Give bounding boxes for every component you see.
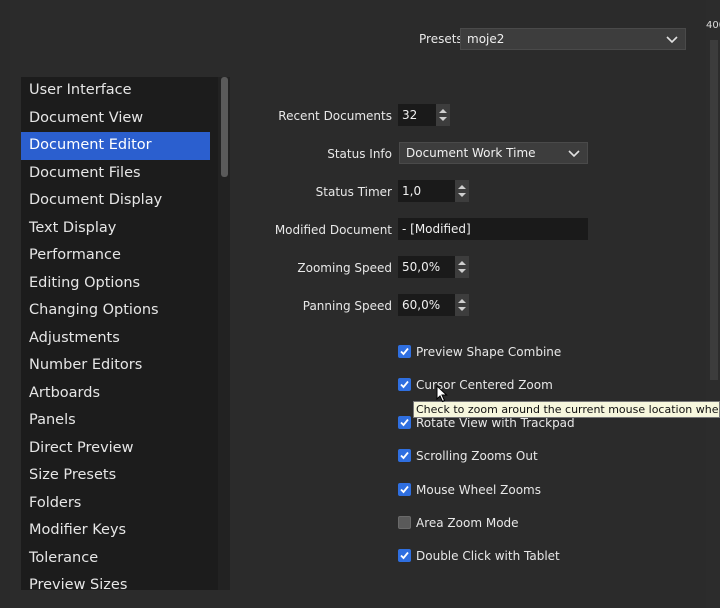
sidebar-item-text-display[interactable]: Text Display	[21, 215, 210, 243]
presets-value: moje2	[467, 32, 505, 46]
cursor-centered-zoom-checkbox[interactable]	[398, 378, 411, 391]
preview-shape-combine-label: Preview Shape Combine	[416, 345, 562, 359]
recent-documents-input[interactable]: 32	[398, 104, 436, 126]
checkmark-icon	[400, 551, 409, 560]
stepper-down-icon[interactable]	[458, 269, 466, 273]
checkmark-icon	[400, 485, 409, 494]
chevron-down-icon	[666, 36, 678, 44]
checkmark-icon	[400, 451, 409, 460]
checkmark-icon	[400, 418, 409, 427]
sidebar-item-tolerance[interactable]: Tolerance	[21, 545, 210, 573]
sidebar-item-performance[interactable]: Performance	[21, 242, 210, 270]
stepper-up-icon[interactable]	[458, 261, 466, 265]
double-click-with-tablet-checkbox[interactable]	[398, 549, 411, 562]
recent-documents-label: Recent Documents	[278, 109, 392, 123]
ruler-tick-label: 400	[706, 20, 720, 31]
modified-document-input[interactable]: - [Modified]	[398, 218, 588, 240]
tooltip: Check to zoom around the current mouse l…	[413, 401, 720, 418]
background-scrollbar	[710, 40, 718, 380]
stepper-up-icon[interactable]	[439, 109, 447, 113]
stepper-up-icon[interactable]	[458, 299, 466, 303]
mouse-wheel-zooms-checkbox[interactable]	[398, 483, 411, 496]
status-info-label: Status Info	[327, 147, 392, 161]
zooming-speed-input[interactable]: 50,0%	[398, 256, 455, 278]
sidebar-item-user-interface[interactable]: User Interface	[21, 77, 210, 105]
checkmark-icon	[400, 347, 409, 356]
area-zoom-mode-label: Area Zoom Mode	[416, 516, 519, 530]
panning-speed-input[interactable]: 60,0%	[398, 294, 455, 316]
zooming-speed-stepper[interactable]	[455, 256, 469, 278]
status-info-dropdown[interactable]: Document Work Time	[399, 142, 588, 164]
preview-shape-combine-checkbox[interactable]	[398, 345, 411, 358]
chevron-down-icon	[568, 150, 580, 158]
rotate-view-with-trackpad-checkbox[interactable]	[398, 416, 411, 429]
sidebar-item-direct-preview[interactable]: Direct Preview	[21, 435, 210, 463]
sidebar-item-adjustments[interactable]: Adjustments	[21, 325, 210, 353]
presets-label: Presets	[419, 32, 463, 46]
sidebar-item-preview-sizes[interactable]: Preview Sizes	[21, 572, 210, 590]
mouse-cursor-icon	[436, 385, 448, 403]
sidebar-item-folders[interactable]: Folders	[21, 490, 210, 518]
scrolling-zooms-out-checkbox[interactable]	[398, 449, 411, 462]
stepper-up-icon[interactable]	[458, 185, 466, 189]
area-zoom-mode-checkbox[interactable]	[398, 516, 411, 529]
sidebar-item-size-presets[interactable]: Size Presets	[21, 462, 210, 490]
sidebar-item-document-view[interactable]: Document View	[21, 105, 210, 133]
panning-speed-label: Panning Speed	[302, 299, 392, 313]
status-timer-input[interactable]: 1,0	[398, 180, 455, 202]
checkmark-icon	[400, 380, 409, 389]
status-timer-stepper[interactable]	[455, 180, 469, 202]
stepper-down-icon[interactable]	[439, 117, 447, 121]
recent-documents-stepper[interactable]	[436, 104, 450, 126]
background-window-edge-right: 400	[706, 0, 720, 608]
presets-dropdown[interactable]: moje2	[460, 28, 686, 50]
sidebar-item-document-files[interactable]: Document Files	[21, 160, 210, 188]
sidebar-item-number-editors[interactable]: Number Editors	[21, 352, 210, 380]
sidebar-item-changing-options[interactable]: Changing Options	[21, 297, 210, 325]
panning-speed-stepper[interactable]	[455, 294, 469, 316]
sidebar-item-editing-options[interactable]: Editing Options	[21, 270, 210, 298]
stepper-down-icon[interactable]	[458, 307, 466, 311]
sidebar-item-document-display[interactable]: Document Display	[21, 187, 210, 215]
sidebar-item-modifier-keys[interactable]: Modifier Keys	[21, 517, 210, 545]
sidebar-scroll-thumb[interactable]	[221, 77, 228, 177]
mouse-wheel-zooms-label: Mouse Wheel Zooms	[416, 483, 541, 497]
sidebar-item-document-editor[interactable]: Document Editor	[21, 132, 210, 160]
status-timer-label: Status Timer	[315, 185, 392, 199]
double-click-with-tablet-label: Double Click with Tablet	[416, 549, 560, 563]
zooming-speed-label: Zooming Speed	[297, 261, 392, 275]
status-info-value: Document Work Time	[406, 146, 536, 160]
scrolling-zooms-out-label: Scrolling Zooms Out	[416, 449, 538, 463]
modified-document-label: Modified Document	[274, 223, 392, 237]
sidebar-item-artboards[interactable]: Artboards	[21, 380, 210, 408]
stepper-down-icon[interactable]	[458, 193, 466, 197]
sidebar-item-panels[interactable]: Panels	[21, 407, 210, 435]
